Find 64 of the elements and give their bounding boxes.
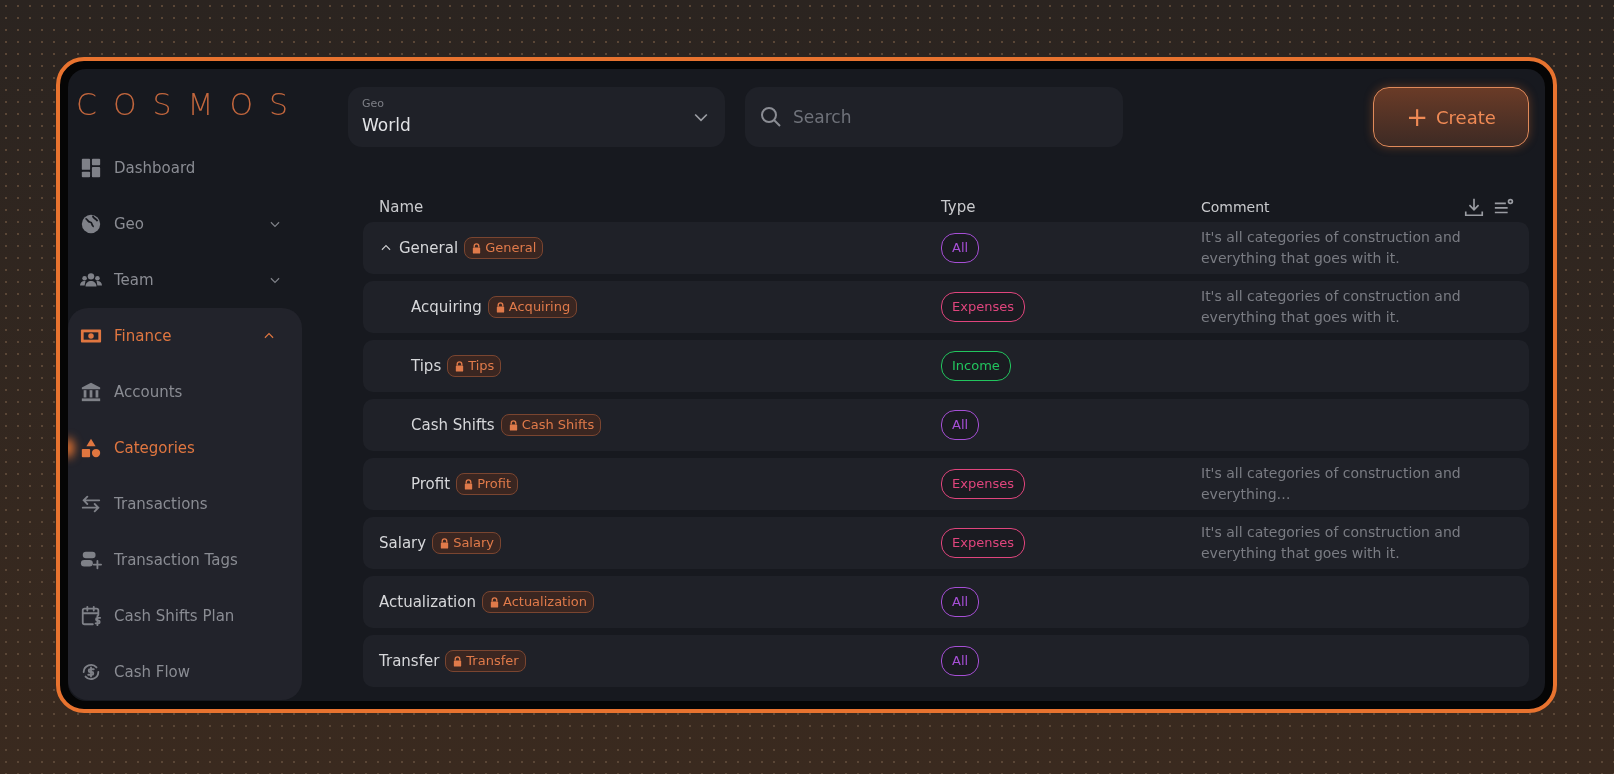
category-name: Actualization xyxy=(379,591,476,613)
lock-tag: Cash Shifts xyxy=(500,414,602,436)
sidebar-item[interactable]: Geo xyxy=(68,196,308,252)
tag-plus-icon xyxy=(80,549,102,571)
shapes-icon xyxy=(80,437,102,459)
lock-icon xyxy=(488,596,500,608)
lock-tag: Transfer xyxy=(445,650,526,672)
category-name: Cash Shifts xyxy=(411,414,495,436)
comment-text: It's all categories of construction and everything that goes with it. xyxy=(1201,229,1461,266)
sidebar-item[interactable]: Transaction Tags xyxy=(68,532,302,588)
swap-arrows-icon xyxy=(80,493,102,515)
field-label: Geo xyxy=(362,96,386,112)
type-badge: Expenses xyxy=(941,469,1025,499)
bank-icon xyxy=(80,381,102,403)
category-name: Salary xyxy=(379,532,427,554)
type-badge: All xyxy=(941,233,980,263)
lock-icon xyxy=(471,242,483,254)
lock-icon xyxy=(454,360,466,372)
type-badge: Income xyxy=(941,351,1011,381)
column-header: Comment xyxy=(1201,197,1270,217)
geo-select[interactable]: Geo World xyxy=(348,87,725,147)
lock-tag: Salary xyxy=(432,532,501,554)
category-name: Tips xyxy=(411,355,442,377)
logo-text: COSMOS xyxy=(75,86,306,124)
dashboard-icon xyxy=(80,157,102,179)
type-badge: Expenses xyxy=(941,528,1025,558)
globe-icon xyxy=(80,213,102,235)
sidebar-item[interactable]: Dashboard xyxy=(68,140,308,196)
sidebar-item[interactable]: Cash Shifts Plan xyxy=(68,588,302,644)
column-header: Type xyxy=(941,197,976,216)
field-value: World xyxy=(362,113,412,137)
sidebar-item[interactable]: Cash Flow xyxy=(68,644,302,700)
sidebar-item[interactable]: Transactions xyxy=(68,476,302,532)
type-badge: All xyxy=(941,410,980,440)
category-name: Profit xyxy=(411,473,451,495)
lock-tag: Acquiring xyxy=(487,296,578,318)
lock-icon xyxy=(439,537,451,549)
lock-icon xyxy=(463,478,475,490)
column-header: Name xyxy=(379,196,424,218)
type-badge: Expenses xyxy=(941,292,1025,322)
comment-text: It's all categories of construction and everything that goes with it. xyxy=(1201,288,1461,325)
comment-text: It's all categories of construction and everything… xyxy=(1201,465,1461,502)
category-name: Acquiring xyxy=(411,296,482,318)
lock-icon xyxy=(507,419,519,431)
calendar-dollar-icon xyxy=(80,605,102,627)
lock-icon xyxy=(494,301,506,313)
lock-tag: Tips xyxy=(447,355,502,377)
lock-icon xyxy=(452,655,464,667)
dollar-cycle-icon xyxy=(80,661,102,683)
category-name: Transfer xyxy=(379,650,440,672)
lock-tag: Profit xyxy=(456,473,519,495)
comment-text: It's all categories of construction and everything that goes with it. xyxy=(1201,524,1461,561)
sidebar-item[interactable]: Categories xyxy=(68,420,302,476)
type-badge: All xyxy=(941,587,980,617)
sidebar-item[interactable]: Accounts xyxy=(68,364,302,420)
sidebar-item[interactable]: Finance xyxy=(68,308,302,364)
lock-tag: General xyxy=(464,237,544,259)
download-icon[interactable] xyxy=(1463,196,1485,218)
lock-tag: Actualization xyxy=(481,591,594,613)
search-field[interactable]: Search xyxy=(745,87,1123,147)
sidebar-item[interactable]: Team xyxy=(68,252,308,308)
create-button[interactable]: + Create xyxy=(1373,87,1529,147)
category-name: General xyxy=(399,237,459,259)
type-badge: All xyxy=(941,646,980,676)
